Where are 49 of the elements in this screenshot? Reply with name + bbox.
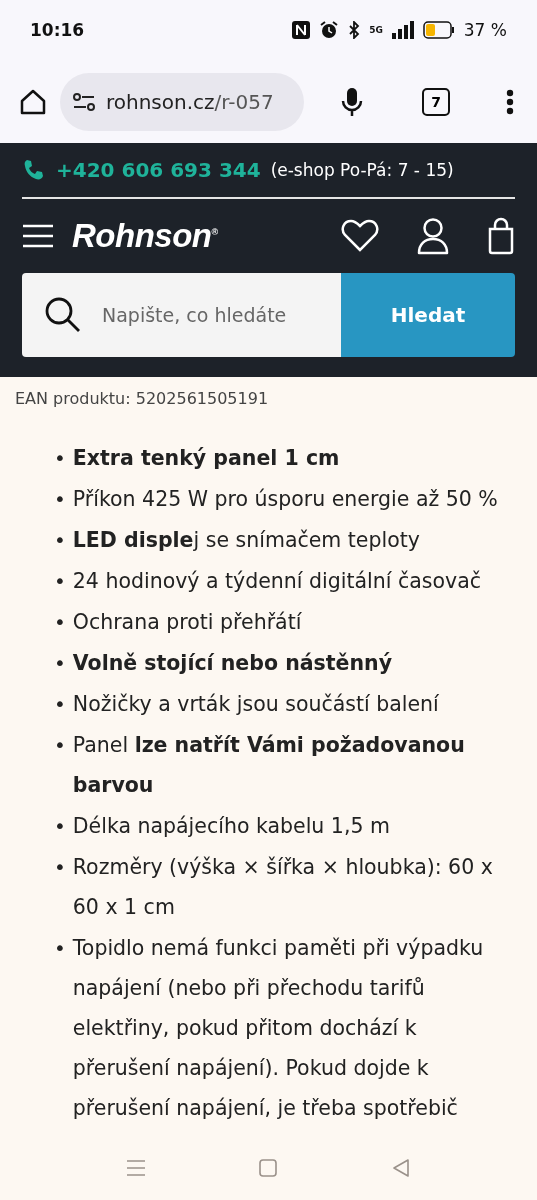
phone-number[interactable]: +420 606 693 344 [56,158,261,182]
bullet-mark: • [54,527,66,554]
signal-icon [391,21,414,39]
heart-icon[interactable] [341,219,379,253]
search-icon [44,296,82,334]
feature-item: Volně stojící nebo nástěnný [72,650,393,677]
bullet-mark: • [54,568,66,595]
user-icon[interactable] [417,217,449,255]
home-button-icon[interactable] [258,1158,279,1178]
site-settings-icon [72,91,96,112]
bullet-mark: • [54,609,66,636]
feature-item: Ochrana proti přehřátí [72,609,302,636]
ean-code: EAN produktu: 5202561505191 [14,388,270,408]
search-field[interactable]: Napište, co hledáte [100,303,334,327]
shop-hours: (e-shop Po-Pá: 7 - 15) [270,160,454,180]
phone-icon [22,158,46,182]
feature-item: Panel lze natřít Vámi požadovanou barvou [72,732,466,799]
battery-icon [422,21,455,39]
microphone-icon[interactable] [340,85,364,118]
battery-percent: 37 % [463,20,507,40]
more-menu-icon[interactable] [506,88,514,115]
bullet-mark: • [54,691,66,718]
feature-item: Příkon 425 W pro úsporu energie až 50 % [72,486,498,513]
network-label: 5G [369,25,383,35]
bullet-mark: • [54,935,66,962]
bullet-mark: • [54,854,66,881]
back-icon[interactable] [390,1158,411,1178]
feature-item: Topidlo nemá funkci paměti při výpadku napájení (nebo při přechodu tarifů elektřiny, pokud přitom dochází k přerušení napájení). Pokud dojde k přerušení napájení, je třeba spotřebič [72,935,485,1122]
url-text: rohnson.cz/r-057 [106,89,274,114]
shopping-bag-icon[interactable] [487,217,515,255]
bullet-mark: • [54,486,66,513]
feature-item: Délka napájecího kabelu 1,5 m [72,813,390,840]
brand-logo[interactable]: Rohnson$^{®}$ [72,217,323,255]
bullet-mark: • [54,650,66,677]
feature-item: Rozměry (výška × šířka × hloubka): 60 x 60 x 1 cm [72,854,494,921]
tab-count-button[interactable]: 7 [422,87,450,116]
feature-item: 24 hodinový a týdenní digitální časovač [72,568,481,595]
feature-item: Nožičky a vrták jsou součástí balení [72,691,439,718]
alarm-icon [319,20,340,40]
feature-item: Extra tenký panel 1 cm [72,445,340,472]
bullet-mark: • [54,732,66,759]
feature-item: LED displej se snímačem teploty [72,527,420,554]
bullet-mark: • [54,445,66,472]
bullet-mark: • [54,813,66,840]
menu-icon[interactable] [22,224,54,248]
nfc-icon [292,21,311,39]
address-bar[interactable]: rohnson.cz/r-057 [60,72,304,131]
clock-time: 10:16 [30,20,85,40]
bluetooth-icon [348,21,361,39]
